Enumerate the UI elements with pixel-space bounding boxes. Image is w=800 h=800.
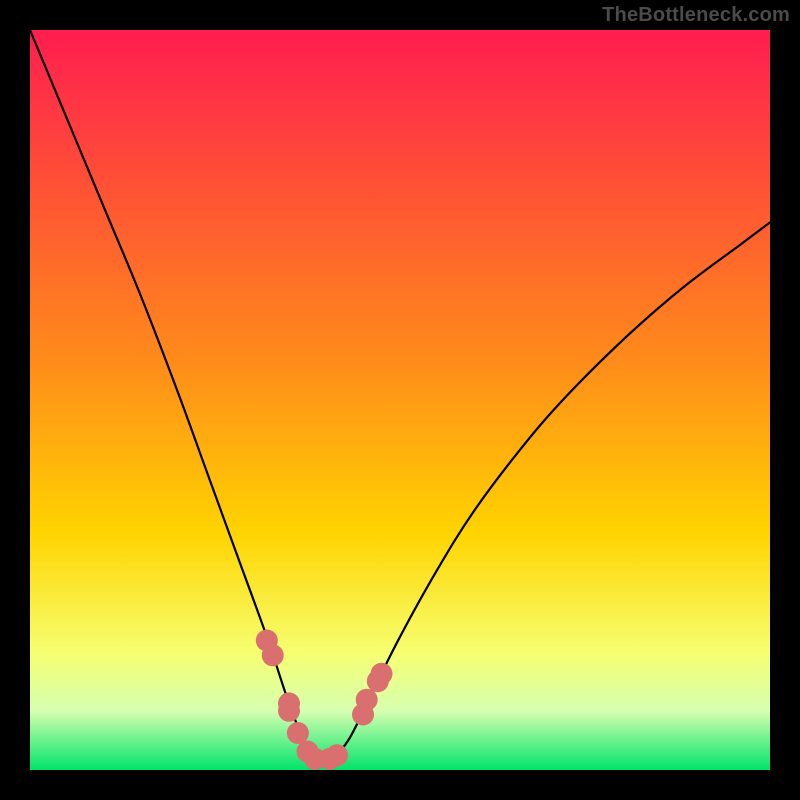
marker-dot (371, 663, 393, 685)
marker-dot (278, 700, 300, 722)
marker-dot (356, 689, 378, 711)
bottleneck-chart (0, 0, 800, 800)
watermark-label: TheBottleneck.com (602, 4, 790, 27)
marker-dot (326, 744, 348, 766)
chart-stage: TheBottleneck.com (0, 0, 800, 800)
marker-dot (262, 644, 284, 666)
plot-background (30, 30, 770, 770)
